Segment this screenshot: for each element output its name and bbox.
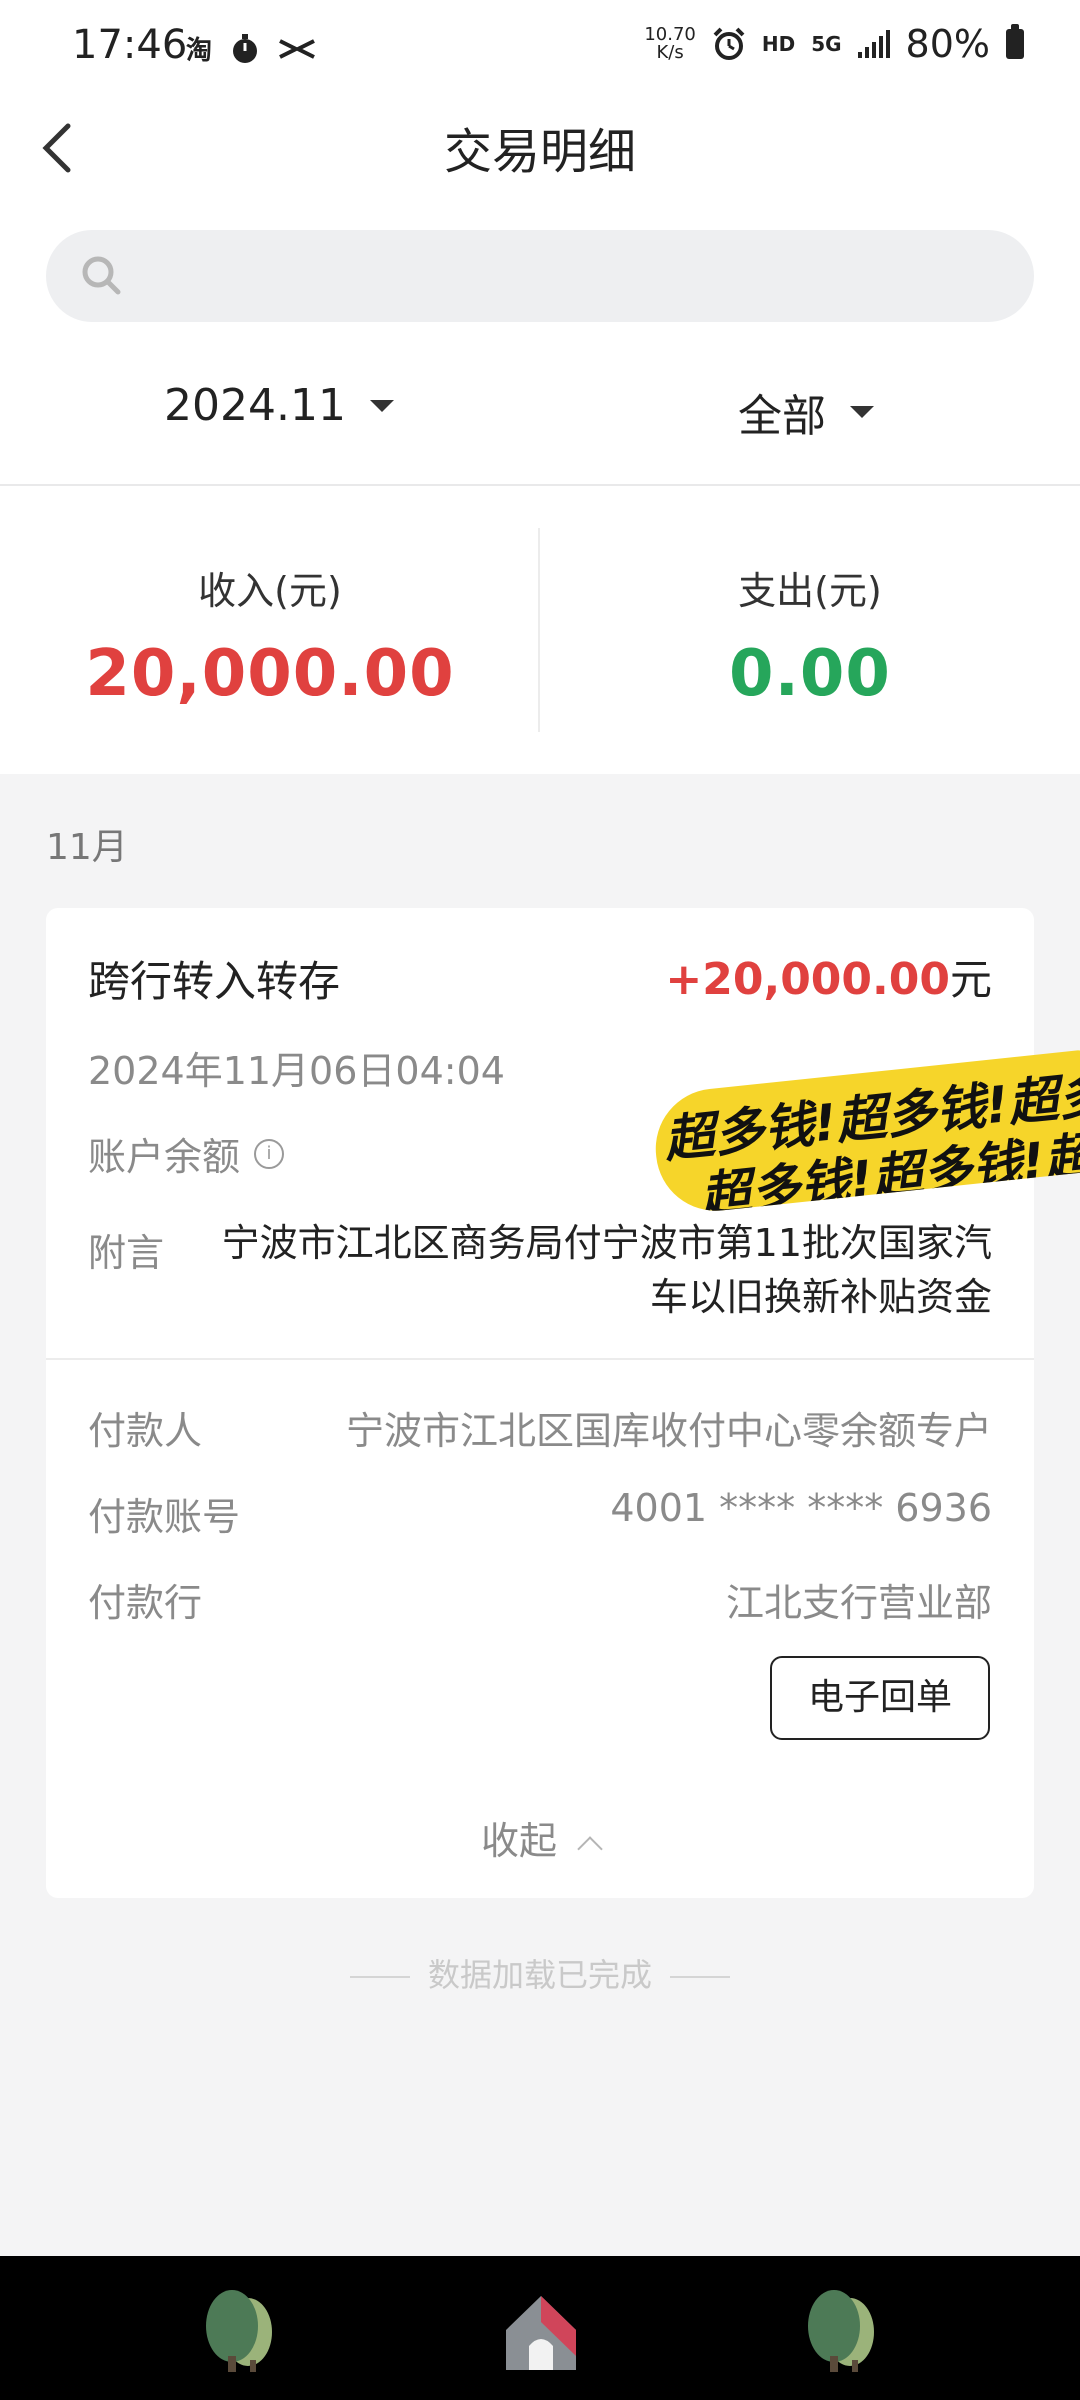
chevron-down-icon (369, 399, 394, 412)
income-label: 收入(元) (198, 569, 342, 613)
memo-label: 附言 (88, 1231, 165, 1275)
load-complete-footer: 数据加载已完成 (0, 1950, 1080, 1996)
balance-row: 账户余额 i (88, 1126, 285, 1181)
chevron-up-icon (577, 1836, 603, 1862)
tree-icon[interactable] (196, 2286, 286, 2376)
income-summary: 收入(元) 20,000.00 (0, 560, 540, 711)
memo-text: 宁波市江北区商务局付宁波市第11批次国家汽车以旧换新补贴资金 (221, 1221, 992, 1319)
divider (349, 1976, 410, 1978)
income-value: 20,000.00 (85, 637, 455, 711)
amount-value: +20,000.00 (665, 954, 950, 1005)
e-receipt-button[interactable]: 电子回单 (770, 1656, 990, 1740)
amount-unit: 元 (949, 955, 992, 1004)
chevron-down-icon (850, 406, 874, 418)
load-complete-text: 数据加载已完成 (427, 1956, 652, 1994)
page-title: 交易明细 (443, 124, 636, 180)
info-icon[interactable]: i (254, 1138, 285, 1169)
bank-value: 江北支行营业部 (725, 1581, 992, 1625)
month-header: 11月 (46, 827, 128, 868)
transaction-datetime: 2024年11月06日04:04 (88, 1049, 505, 1093)
status-time: 17:46 (72, 22, 188, 68)
account-value: 4001 **** **** 6936 (610, 1486, 992, 1530)
network-type: 5G (811, 32, 842, 56)
month-filter-label: 2024.11 (164, 380, 346, 431)
status-system-icons: 10.70 K/s HD 5G 80% (644, 22, 1024, 66)
battery-icon (1006, 24, 1024, 59)
type-filter-label: 全部 (738, 391, 826, 442)
month-filter[interactable]: 2024.11 (164, 380, 394, 431)
back-arrow-icon[interactable] (36, 120, 84, 176)
type-filter[interactable]: 全部 (738, 380, 874, 444)
taobao-icon: 淘 (186, 36, 213, 66)
alarm-icon (713, 27, 745, 60)
account-label: 付款账号 (88, 1495, 241, 1539)
battery-percent: 80% (905, 22, 990, 66)
card-divider (46, 1358, 1034, 1360)
link-icon (279, 38, 315, 59)
net-speed: 10.70 K/s (644, 24, 696, 63)
transaction-amount: +20,000.00元 (665, 946, 992, 1007)
collapse-button[interactable]: 收起 (0, 1810, 1080, 1865)
balance-label: 账户余额 (88, 1135, 241, 1179)
status-notification-icons: 淘 (186, 30, 316, 67)
transaction-title: 跨行转入转存 (88, 957, 341, 1006)
payer-value: 宁波市江北区国库收付中心零余额专户 (345, 1409, 992, 1453)
search-icon (82, 256, 121, 295)
payer-label: 付款人 (88, 1409, 203, 1453)
divider (670, 1976, 730, 1978)
collapse-label: 收起 (480, 1819, 557, 1863)
bank-label: 付款行 (88, 1581, 203, 1625)
expense-value: 0.00 (729, 637, 891, 711)
home-icon[interactable] (496, 2286, 586, 2376)
expense-label: 支出(元) (738, 569, 882, 613)
search-input[interactable] (46, 230, 1034, 322)
tree-icon[interactable] (798, 2286, 888, 2376)
hd-icon: HD (761, 32, 796, 56)
stopwatch-icon (233, 33, 258, 63)
expense-summary: 支出(元) 0.00 (540, 560, 1080, 711)
signal-icon (857, 30, 890, 58)
